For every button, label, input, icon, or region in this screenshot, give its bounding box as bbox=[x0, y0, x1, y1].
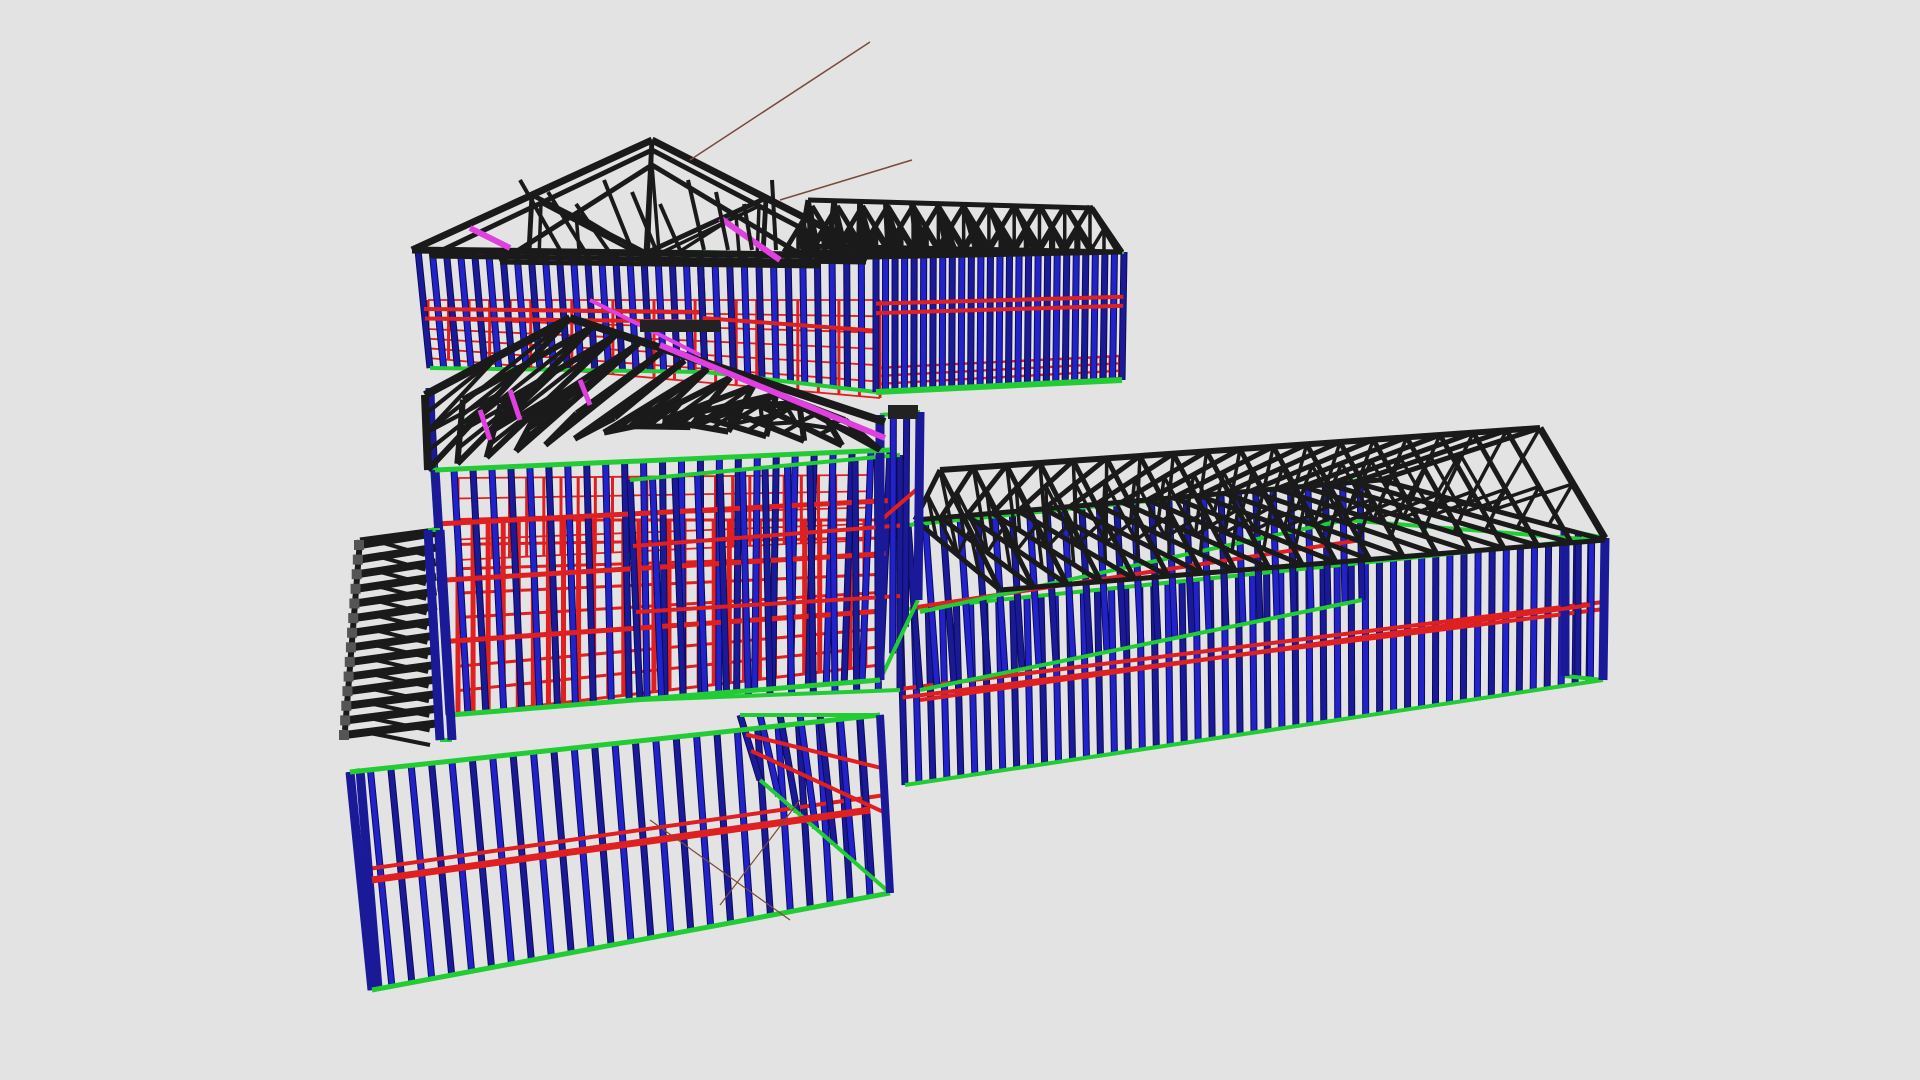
connector-block bbox=[349, 598, 360, 609]
stud bbox=[844, 255, 850, 389]
connector-block bbox=[354, 540, 364, 550]
stud bbox=[949, 254, 955, 389]
stud bbox=[1024, 253, 1032, 385]
stud bbox=[814, 254, 822, 386]
stud bbox=[996, 253, 1003, 387]
stud bbox=[1043, 253, 1051, 384]
stud bbox=[1587, 535, 1595, 679]
connector-block bbox=[342, 686, 353, 697]
connector-block bbox=[351, 569, 362, 580]
right-long-wing bbox=[896, 425, 1610, 787]
stud bbox=[1119, 251, 1127, 381]
connector-block bbox=[343, 671, 354, 682]
connector-block bbox=[340, 715, 351, 726]
connector-block bbox=[352, 554, 363, 565]
truss-web bbox=[1088, 228, 1106, 253]
stud bbox=[734, 456, 741, 692]
stud bbox=[939, 254, 946, 389]
stud bbox=[584, 463, 596, 704]
model-viewport[interactable] bbox=[0, 0, 1920, 1080]
stud bbox=[852, 459, 860, 692]
stud bbox=[1110, 252, 1117, 381]
stud bbox=[1015, 253, 1022, 386]
stud bbox=[1091, 252, 1098, 382]
stud bbox=[1053, 253, 1060, 384]
gable-post bbox=[421, 394, 432, 471]
stud bbox=[800, 254, 808, 384]
stud bbox=[977, 254, 984, 387]
connector-block bbox=[345, 642, 356, 653]
stud bbox=[770, 253, 779, 381]
guide-line bbox=[689, 41, 871, 161]
corner-post bbox=[1598, 537, 1610, 681]
connector-block bbox=[344, 656, 355, 667]
stud bbox=[830, 461, 838, 693]
stud bbox=[641, 460, 650, 699]
bracing bbox=[468, 225, 512, 251]
stud bbox=[1005, 253, 1013, 386]
stud bbox=[756, 253, 765, 379]
truss-web bbox=[630, 191, 658, 251]
connector-block bbox=[339, 730, 349, 740]
connector-block bbox=[348, 613, 359, 624]
lean-to-web bbox=[364, 730, 431, 747]
stud bbox=[890, 413, 896, 654]
connector-block bbox=[347, 627, 358, 638]
stud bbox=[987, 254, 993, 387]
ridge bbox=[807, 197, 1093, 211]
beam-block bbox=[640, 320, 720, 332]
framing-model-scene[interactable] bbox=[0, 0, 1920, 1080]
stud bbox=[968, 254, 974, 388]
stud bbox=[807, 463, 816, 694]
truss-web bbox=[1262, 506, 1273, 550]
stud bbox=[958, 254, 965, 388]
stud bbox=[902, 412, 910, 627]
guide-line bbox=[779, 159, 913, 201]
corner-post bbox=[876, 714, 894, 894]
stud bbox=[1034, 253, 1041, 385]
stud bbox=[1100, 252, 1108, 381]
stud bbox=[785, 253, 793, 383]
stud bbox=[1062, 252, 1070, 383]
connector-block bbox=[350, 583, 361, 594]
beam-block bbox=[888, 405, 918, 419]
rear-gable-building bbox=[410, 136, 882, 399]
corner-post bbox=[913, 411, 925, 601]
left-lean-to-trusses bbox=[339, 527, 457, 747]
stud bbox=[1081, 252, 1089, 382]
stud bbox=[1072, 252, 1079, 383]
bottom-plate bbox=[1564, 674, 1604, 682]
stud bbox=[829, 254, 836, 388]
truss-web bbox=[755, 205, 761, 261]
connector-block bbox=[341, 700, 352, 711]
front-left-wall-module bbox=[345, 712, 894, 993]
stud bbox=[752, 455, 760, 691]
